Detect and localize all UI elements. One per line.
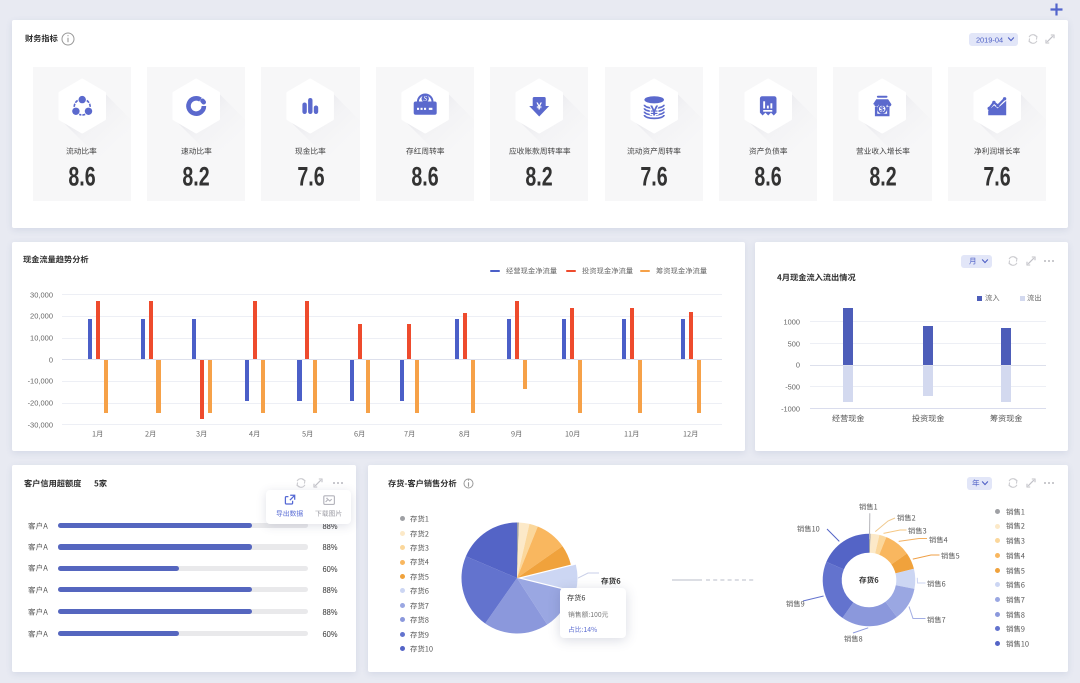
svg-text:¥: ¥ <box>650 104 658 120</box>
svg-text:¥: ¥ <box>537 102 543 113</box>
svg-text:S: S <box>423 94 427 103</box>
